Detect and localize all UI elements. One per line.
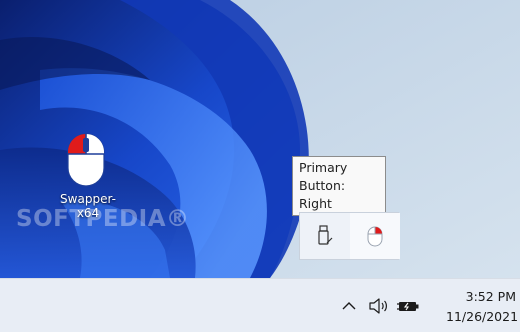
speaker-volume-icon <box>369 298 387 314</box>
tooltip-line-2: Right <box>299 196 332 211</box>
mouse-icon <box>66 132 106 188</box>
show-hidden-icons-button[interactable] <box>336 293 362 319</box>
clock-date: 11/26/2021 <box>446 309 519 324</box>
taskbar-clock[interactable]: 3:52 PM 11/26/2021 <box>446 287 519 327</box>
battery-button[interactable] <box>396 293 422 319</box>
clock-time: 3:52 PM <box>465 289 516 304</box>
usb-drive-icon <box>318 225 333 245</box>
taskbar: 3:52 PM 11/26/2021 <box>0 278 520 332</box>
chevron-up-icon <box>342 302 356 310</box>
swapper-mouse-icon <box>367 226 383 247</box>
tooltip-line-1: Primary Button: <box>299 160 348 193</box>
tray-swapper-button[interactable] <box>350 213 400 259</box>
tray-tooltip: Primary Button: Right <box>292 156 386 216</box>
desktop[interactable]: Swapper-x64 SOFTPEDIA® Primary Button: R… <box>0 0 520 278</box>
tray-usb-drive-button[interactable] <box>300 213 350 259</box>
battery-charging-icon <box>397 302 419 311</box>
volume-button[interactable] <box>366 293 392 319</box>
softpedia-watermark: SOFTPEDIA® <box>16 206 190 232</box>
hidden-icons-flyout <box>299 212 400 260</box>
